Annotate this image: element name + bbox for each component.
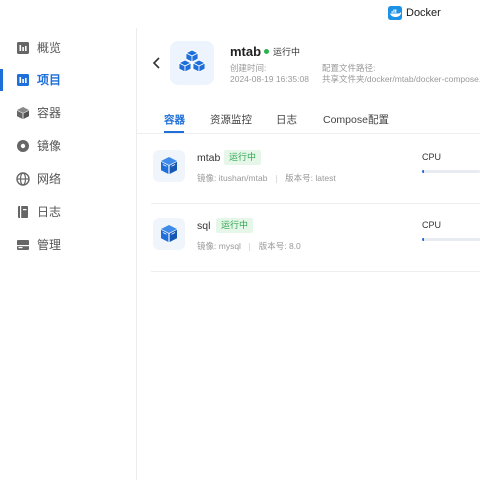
version-value: 8.0 [288, 241, 301, 251]
container-cube-icon [161, 225, 177, 242]
active-indicator [0, 69, 3, 91]
container-meta: 镜像: mysql 版本号: 8.0 [197, 240, 301, 252]
project-name: mtab [230, 44, 262, 59]
config-path-value: 共享文件夹/docker/mtab/docker-compose.y [322, 74, 480, 84]
log-book-icon [18, 206, 28, 218]
status-dot [264, 49, 269, 54]
cpu-usage-bar [422, 170, 480, 173]
main-content: mtab 运行中 创建时间: 2024-08-19 16:35:08 配置文件路… [137, 28, 480, 480]
sidebar-item-images[interactable]: 镜像 [0, 131, 136, 161]
tab-logs[interactable]: 日志 [276, 112, 297, 127]
project-status: 运行中 [264, 45, 300, 58]
sidebar-item-manage[interactable]: 管理 [0, 230, 136, 260]
app-title: Docker [406, 7, 441, 19]
docker-whale-icon [388, 6, 402, 20]
sidebar: 概览 项目 容器 镜像 网络 日志 管理 [0, 28, 137, 480]
manage-icon [17, 240, 29, 250]
created-label: 创建时间: [230, 63, 267, 73]
tab-compose-config[interactable]: Compose配置 [323, 112, 389, 127]
globe-icon [16, 172, 30, 186]
stacked-cubes-icon [178, 49, 206, 73]
meta-separator [275, 174, 277, 183]
sidebar-item-project[interactable]: 项目 [0, 65, 136, 95]
project-icon-box [170, 41, 214, 85]
overview-icon [17, 42, 29, 54]
meta-separator [249, 242, 251, 251]
version-label: 版本号: [285, 173, 314, 183]
container-meta: 镜像: itushan/mtab 版本号: latest [197, 172, 336, 184]
sidebar-item-label: 概览 [37, 41, 62, 55]
back-arrow-icon[interactable] [151, 56, 163, 70]
sidebar-item-label: 容器 [37, 106, 62, 120]
image-label: 镜像: [197, 241, 217, 251]
image-label: 镜像: [197, 173, 217, 183]
container-cube-icon [161, 157, 177, 174]
sidebar-item-label: 管理 [37, 238, 62, 252]
sidebar-item-overview[interactable]: 概览 [0, 33, 136, 63]
cpu-label: CPU [422, 220, 442, 230]
tab-resource-monitor[interactable]: 资源监控 [210, 112, 252, 127]
tab-bar: 容器 资源监控 日志 Compose配置 [137, 108, 480, 134]
version-value: latest [315, 173, 336, 183]
container-name: sql [197, 220, 211, 232]
config-path-label: 配置文件路径: [322, 63, 376, 73]
top-bar: Docker [0, 0, 480, 28]
status-badge: 运行中 [224, 150, 262, 165]
container-icon-box [153, 218, 185, 250]
tab-containers[interactable]: 容器 [164, 112, 185, 127]
container-icon-box [153, 150, 185, 182]
cpu-usage-fill [422, 238, 424, 241]
version-label: 版本号: [258, 241, 287, 251]
sidebar-item-label: 网络 [37, 172, 62, 186]
sidebar-item-logs[interactable]: 日志 [0, 197, 136, 227]
sidebar-item-label: 日志 [37, 205, 62, 219]
status-badge: 运行中 [216, 218, 254, 233]
image-value: mysql [218, 241, 241, 251]
sidebar-item-containers[interactable]: 容器 [0, 98, 136, 128]
app-title-group[interactable]: Docker [388, 5, 441, 21]
container-name: mtab [197, 152, 221, 164]
sidebar-item-label: 镜像 [37, 139, 62, 153]
created-value: 2024-08-19 16:35:08 [230, 74, 309, 84]
container-cube-icon [17, 107, 29, 119]
project-icon [17, 74, 29, 86]
cpu-label: CPU [422, 152, 442, 162]
cpu-usage-bar [422, 238, 480, 241]
cpu-usage-fill [422, 170, 424, 173]
image-disc-icon [17, 140, 29, 152]
project-status-text: 运行中 [273, 47, 301, 57]
sidebar-item-network[interactable]: 网络 [0, 164, 136, 194]
active-tab-underline [164, 131, 184, 133]
sidebar-item-label: 项目 [37, 73, 62, 87]
container-row[interactable]: sql 运行中 镜像: mysql 版本号: 8.0 CPU [151, 204, 480, 272]
container-row[interactable]: mtab 运行中 镜像: itushan/mtab 版本号: latest CP… [151, 136, 480, 204]
image-value: itushan/mtab [218, 173, 268, 183]
